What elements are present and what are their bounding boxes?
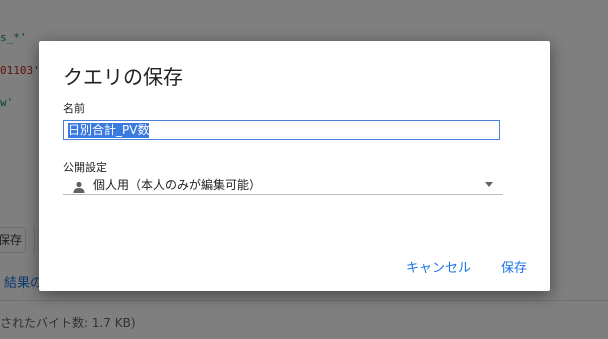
visibility-value: 個人用（本人のみが編集可能）	[93, 178, 262, 192]
visibility-select[interactable]: 個人用（本人のみが編集可能）	[63, 173, 503, 195]
name-input[interactable]: 日別合計_PV数	[63, 120, 500, 140]
save-query-dialog: クエリの保存 名前 日別合計_PV数 公開設定 個人用（本人のみが編集可能） キ…	[39, 41, 550, 291]
dialog-title: クエリの保存	[63, 65, 183, 89]
person-icon	[73, 178, 85, 197]
dropdown-caret-icon	[485, 182, 493, 187]
save-button[interactable]: 保存	[501, 257, 527, 276]
name-input-value: 日別合計_PV数	[68, 122, 150, 138]
name-label: 名前	[63, 102, 85, 115]
cancel-button[interactable]: キャンセル	[406, 257, 471, 276]
